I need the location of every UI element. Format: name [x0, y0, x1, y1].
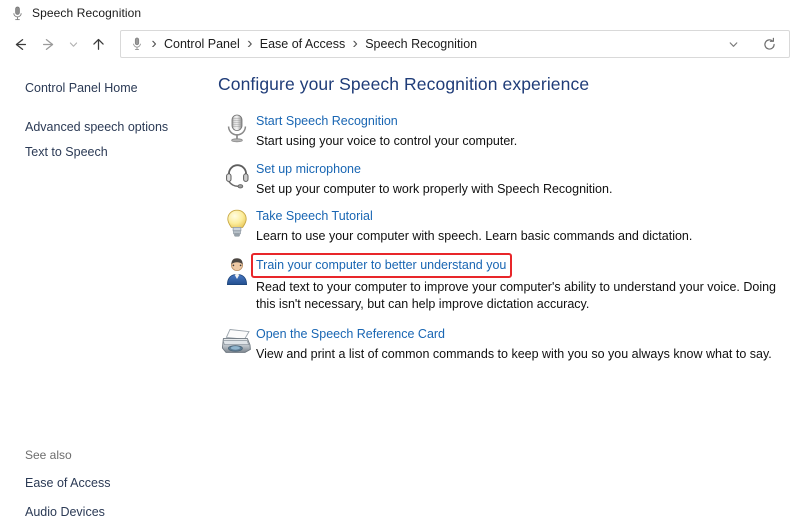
task-link-open-speech-reference-card[interactable]: Open the Speech Reference Card — [256, 326, 445, 343]
task-link-take-speech-tutorial[interactable]: Take Speech Tutorial — [256, 208, 373, 225]
task-row: Set up microphone Set up your computer t… — [218, 160, 784, 199]
task-row-highlighted: Train your computer to better understand… — [218, 255, 784, 314]
page-content: Control Panel Home Advanced speech optio… — [0, 62, 800, 530]
breadcrumb-item-ease-of-access[interactable]: Ease of Access — [257, 35, 348, 53]
see-also-title: See also — [25, 448, 110, 462]
sidebar-item-advanced-speech-options[interactable]: Advanced speech options — [25, 117, 208, 137]
see-also-item-audio-devices[interactable]: Audio Devices — [25, 502, 110, 522]
see-also-section: See also Ease of Access Audio Devices — [25, 448, 110, 522]
task-link-train-your-computer[interactable]: Train your computer to better understand… — [253, 255, 510, 276]
breadcrumb-separator: › — [243, 35, 257, 53]
breadcrumb-separator: › — [147, 35, 161, 53]
previous-locations-chevron-down-icon[interactable] — [721, 32, 745, 56]
task-row: Open the Speech Reference Card View and … — [218, 325, 784, 364]
task-row: Take Speech Tutorial Learn to use your c… — [218, 207, 784, 246]
breadcrumb: › Control Panel › Ease of Access › Speec… — [147, 35, 721, 53]
window-title: Speech Recognition — [32, 6, 141, 20]
task-row: Start Speech Recognition Start using you… — [218, 112, 784, 151]
task-body: Open the Speech Reference Card View and … — [256, 325, 784, 364]
sidebar-item-control-panel-home[interactable]: Control Panel Home — [25, 78, 208, 98]
task-description: Learn to use your computer with speech. … — [256, 228, 784, 246]
breadcrumb-item-control-panel[interactable]: Control Panel — [161, 35, 243, 53]
refresh-icon[interactable] — [757, 32, 781, 56]
page-title: Configure your Speech Recognition experi… — [218, 74, 784, 95]
breadcrumb-separator: › — [348, 35, 362, 53]
microphone-icon — [218, 112, 256, 143]
task-body: Start Speech Recognition Start using you… — [256, 112, 784, 151]
task-body: Train your computer to better understand… — [256, 255, 784, 314]
back-button[interactable] — [6, 30, 34, 58]
navigation-toolbar: › Control Panel › Ease of Access › Speec… — [0, 26, 800, 62]
task-link-start-speech-recognition[interactable]: Start Speech Recognition — [256, 113, 398, 130]
user-training-icon — [218, 255, 256, 286]
task-description: View and print a list of common commands… — [256, 346, 784, 364]
sidebar-item-label: Text to Speech — [25, 142, 108, 162]
address-bar[interactable]: › Control Panel › Ease of Access › Speec… — [120, 30, 790, 58]
forward-button[interactable] — [34, 30, 62, 58]
task-body: Take Speech Tutorial Learn to use your c… — [256, 207, 784, 246]
up-button[interactable] — [84, 30, 112, 58]
sidebar-item-label: Advanced speech options — [25, 117, 168, 137]
task-description: Start using your voice to control your c… — [256, 133, 784, 151]
microphone-icon — [9, 5, 25, 21]
task-link-set-up-microphone[interactable]: Set up microphone — [256, 161, 361, 178]
printer-icon — [218, 325, 256, 356]
sidebar: Control Panel Home Advanced speech optio… — [0, 62, 208, 530]
main-panel: Configure your Speech Recognition experi… — [208, 62, 800, 530]
headset-icon — [218, 160, 256, 191]
window-titlebar: Speech Recognition — [0, 0, 800, 26]
address-bar-buttons — [721, 32, 783, 56]
recent-locations-chevron-down-icon[interactable] — [62, 30, 84, 58]
task-body: Set up microphone Set up your computer t… — [256, 160, 784, 199]
address-microphone-icon — [129, 36, 145, 52]
task-description: Set up your computer to work properly wi… — [256, 181, 784, 199]
sidebar-spacer — [25, 98, 208, 117]
breadcrumb-item-speech-recognition[interactable]: Speech Recognition — [362, 35, 480, 53]
sidebar-item-label: Control Panel Home — [25, 78, 138, 98]
see-also-item-ease-of-access[interactable]: Ease of Access — [25, 473, 110, 493]
sidebar-item-text-to-speech[interactable]: Text to Speech — [25, 142, 208, 162]
lightbulb-icon — [218, 207, 256, 240]
task-description: Read text to your computer to improve yo… — [256, 279, 784, 314]
